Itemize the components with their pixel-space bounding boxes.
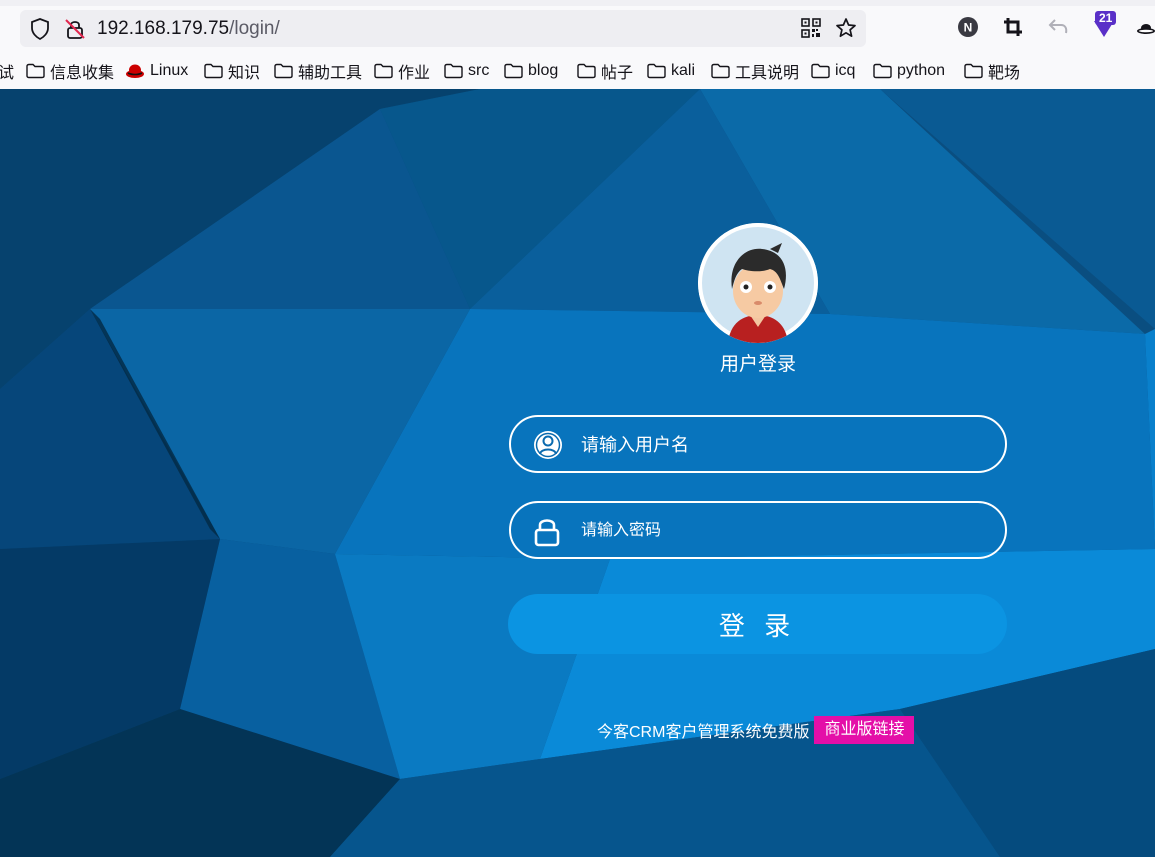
- bookmark-label: src: [468, 62, 490, 79]
- crop-icon[interactable]: [1002, 16, 1024, 43]
- folder-icon: [444, 63, 463, 79]
- login-page: 用户登录 登 录 今客CRM客户管: [0, 89, 1155, 857]
- commercial-version-link[interactable]: 商业版链接: [814, 716, 915, 744]
- extension-badge: 21: [1095, 11, 1117, 25]
- bookmark-label: 靶场: [988, 65, 1021, 82]
- insecure-lock-icon[interactable]: [64, 18, 86, 45]
- bookmark-label: 工具说明: [735, 65, 800, 82]
- bookmark-item[interactable]: Linux: [125, 58, 188, 84]
- browser-chrome: 192.168.179.75/login/ N 21 试 信息收集 Linux …: [0, 0, 1155, 89]
- bookmark-item[interactable]: blog: [504, 58, 558, 84]
- folder-icon: [811, 63, 830, 79]
- bookmark-label: blog: [528, 62, 559, 79]
- username-input[interactable]: [579, 429, 983, 461]
- bookmark-label: kali: [671, 62, 696, 79]
- footer-text: 今客CRM客户管理系统免费版: [597, 724, 810, 741]
- hat-extension-icon[interactable]: [1137, 22, 1155, 40]
- folder-icon: [711, 63, 730, 79]
- bookmark-label: 作业: [398, 65, 431, 82]
- login-form: 用户登录 登 录 今客CRM客户管: [0, 89, 1155, 857]
- bookmark-item[interactable]: 工具说明: [711, 58, 799, 84]
- folder-icon: [647, 63, 666, 79]
- bookmark-label: 知识: [228, 65, 261, 82]
- bookmark-item[interactable]: 知识: [204, 58, 260, 84]
- folder-icon: [374, 63, 393, 79]
- bookmark-item[interactable]: 试: [0, 58, 14, 84]
- folder-icon: [577, 63, 596, 79]
- shield-icon[interactable]: [30, 18, 50, 45]
- login-button[interactable]: 登 录: [508, 594, 1007, 654]
- profile-n-icon[interactable]: N: [957, 16, 979, 43]
- folder-icon: [26, 63, 45, 79]
- tab-strip-edge: [0, 0, 1155, 6]
- bookmarks-bar: 试 信息收集 Linux 知识 辅助工具 作业 src blog 帖子 kali…: [0, 58, 1155, 84]
- lock-icon: [532, 515, 562, 552]
- bookmark-item[interactable]: python: [873, 58, 945, 84]
- qr-code-icon[interactable]: [801, 18, 821, 43]
- folder-icon: [274, 63, 293, 79]
- folder-icon: [873, 63, 892, 79]
- bookmark-star-icon[interactable]: [835, 17, 857, 44]
- user-icon: [532, 429, 564, 466]
- bookmark-item[interactable]: 作业: [374, 58, 430, 84]
- undo-icon[interactable]: [1047, 16, 1069, 43]
- url-host: 192.168.179.75: [97, 18, 230, 39]
- login-title: 用户登录: [719, 354, 796, 375]
- redhat-icon: [126, 64, 144, 78]
- url-text[interactable]: 192.168.179.75/login/: [97, 18, 280, 40]
- bookmark-label: icq: [835, 62, 856, 79]
- bookmark-item[interactable]: 靶场: [964, 58, 1020, 84]
- bookmark-label: 帖子: [601, 65, 634, 82]
- url-path: /login/: [229, 18, 280, 39]
- bookmark-item[interactable]: 信息收集: [26, 58, 114, 84]
- folder-icon: [964, 63, 983, 79]
- bookmark-label: 试: [0, 65, 15, 82]
- bookmark-item[interactable]: 帖子: [577, 58, 633, 84]
- bookmark-label: 信息收集: [50, 65, 115, 82]
- bookmark-label: 辅助工具: [298, 65, 363, 82]
- password-field[interactable]: [509, 501, 1007, 559]
- bookmark-item[interactable]: icq: [811, 58, 855, 84]
- bookmark-label: python: [897, 62, 946, 79]
- bookmark-item[interactable]: kali: [647, 58, 695, 84]
- folder-icon: [504, 63, 523, 79]
- user-avatar: [698, 223, 818, 343]
- address-bar[interactable]: 192.168.179.75/login/: [20, 10, 866, 47]
- bookmark-item[interactable]: 辅助工具: [274, 58, 362, 84]
- bookmark-item[interactable]: src: [444, 58, 489, 84]
- folder-icon: [204, 63, 223, 79]
- profile-letter: N: [964, 21, 973, 35]
- footer: 今客CRM客户管理系统免费版 商业版链接: [597, 716, 915, 744]
- bookmark-label: Linux: [150, 62, 189, 79]
- password-input[interactable]: [579, 515, 983, 547]
- username-field[interactable]: [509, 415, 1007, 473]
